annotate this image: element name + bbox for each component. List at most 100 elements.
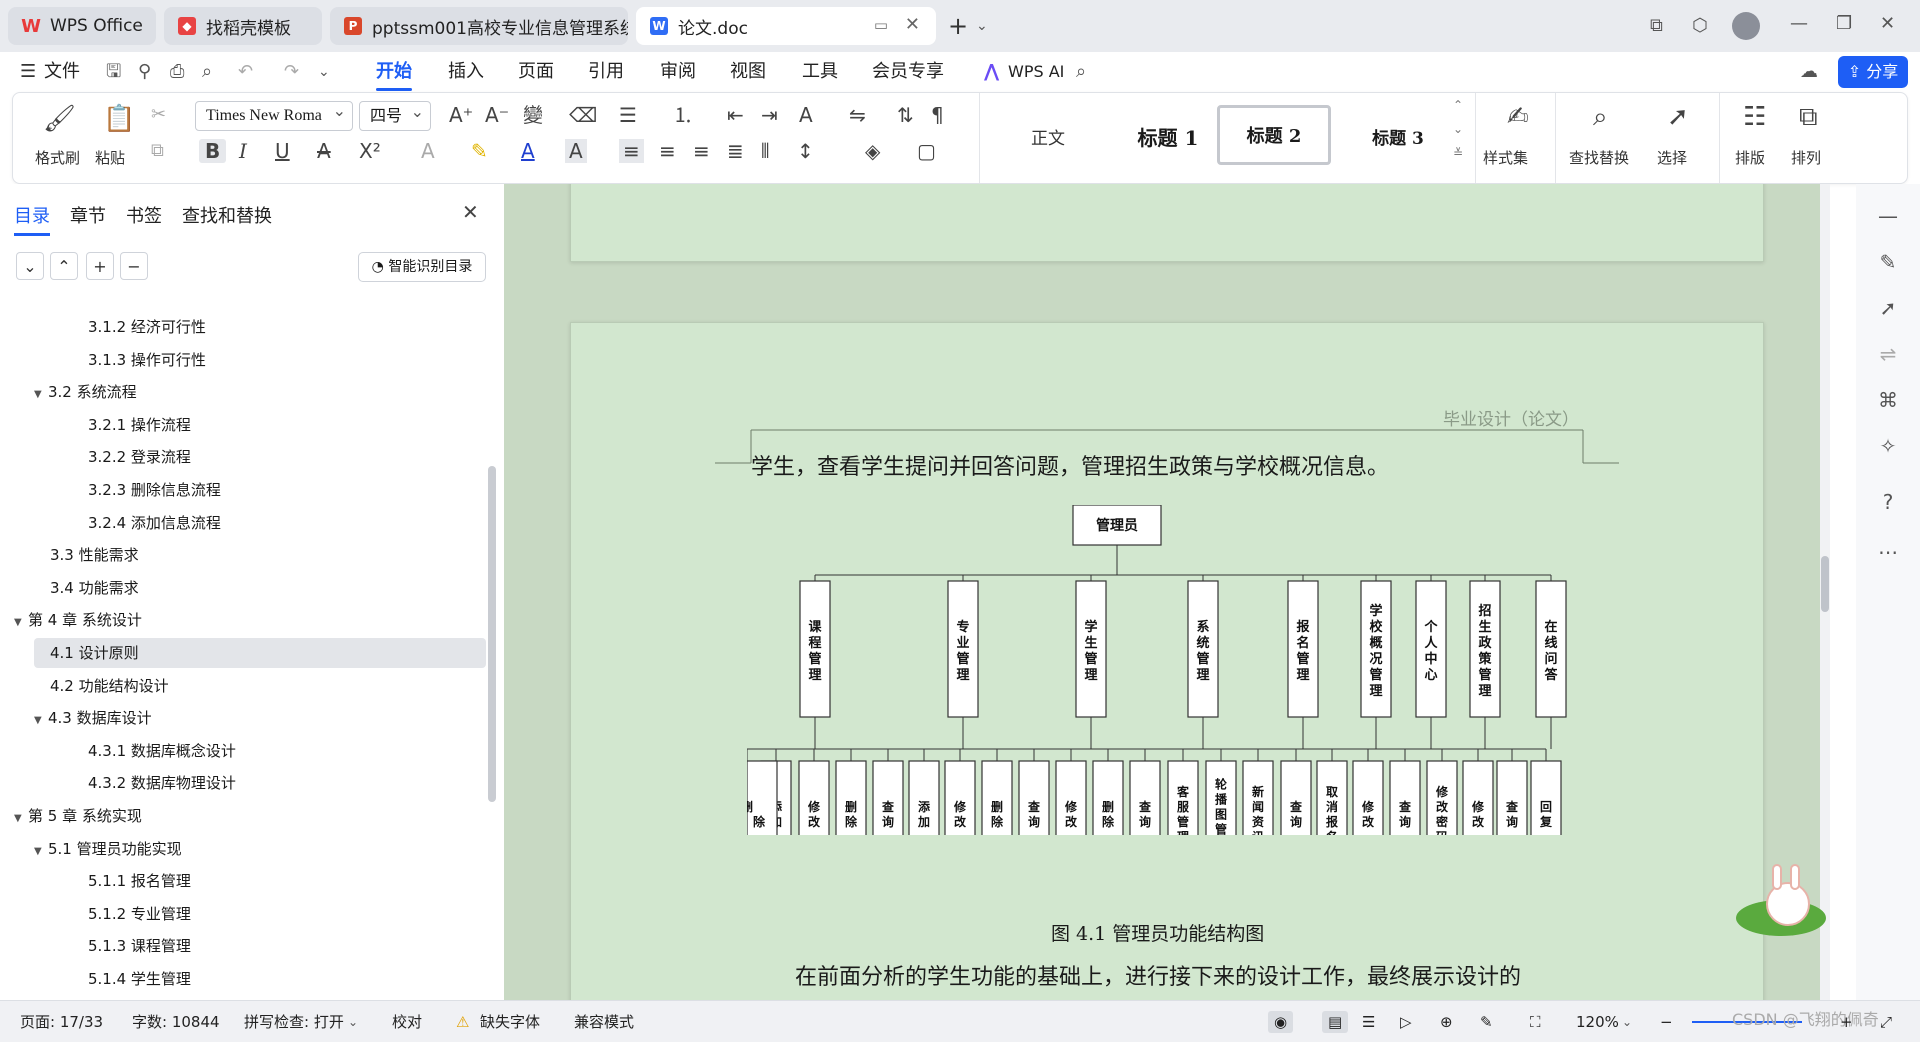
- font-name-select[interactable]: Times New Roma: [195, 101, 353, 131]
- char-shading-icon[interactable]: A: [565, 139, 587, 163]
- hamburger-icon[interactable]: ☰: [20, 58, 36, 86]
- add-heading-button[interactable]: +: [86, 252, 114, 280]
- toc-item[interactable]: 3.2.1 操作流程: [0, 410, 480, 440]
- shrink-font-icon[interactable]: A⁻: [485, 103, 509, 127]
- toc-item[interactable]: 4.2 功能结构设计: [0, 671, 480, 701]
- more-chevron-icon[interactable]: ⌄: [318, 58, 330, 86]
- adjust-icon[interactable]: ⇌: [1876, 342, 1900, 366]
- close-tab-icon[interactable]: ✕: [905, 14, 920, 35]
- outline-view-icon[interactable]: ☰: [1362, 1011, 1375, 1033]
- chevron-down-icon[interactable]: ⌄: [976, 12, 988, 40]
- chevron-down-icon[interactable]: ⌄: [348, 1011, 358, 1033]
- expand-arrow-icon[interactable]: ▼: [34, 380, 48, 410]
- cube-icon[interactable]: ⬡: [1692, 12, 1708, 40]
- print-icon[interactable]: ⎙: [170, 58, 184, 86]
- new-tab-icon[interactable]: +: [948, 12, 968, 40]
- tab-wps-office[interactable]: W WPS Office: [8, 7, 156, 45]
- superscript-icon[interactable]: X²: [359, 139, 381, 163]
- style-heading-2[interactable]: 标题 2: [1217, 105, 1331, 165]
- align-left-icon[interactable]: ≡: [619, 139, 644, 163]
- shading-icon[interactable]: ◈: [865, 139, 880, 163]
- toc-item[interactable]: 5.1.4 学生管理: [0, 964, 480, 994]
- panel-scrollbar[interactable]: [488, 466, 496, 802]
- toc-item[interactable]: ▼ 第 4 章 系统设计: [0, 605, 480, 635]
- tab-paper-doc[interactable]: W 论文.doc ▭ ✕: [636, 7, 936, 45]
- spell-check-toggle[interactable]: 拼写检查: 打开: [244, 1011, 344, 1033]
- clear-format-icon[interactable]: ⌫: [569, 103, 597, 127]
- align-center-icon[interactable]: ≡: [659, 139, 676, 163]
- style-heading-3[interactable]: 标题 3: [1339, 103, 1457, 169]
- toc-item[interactable]: ▼ 第 5 章 系统实现: [0, 801, 480, 831]
- save-icon[interactable]: 🖫: [106, 58, 121, 86]
- copy-icon[interactable]: ⧉: [151, 139, 164, 163]
- toc-item[interactable]: 5.1.3 课程管理: [0, 931, 480, 961]
- zoom-out-icon[interactable]: −: [1660, 1011, 1673, 1033]
- font-color-icon[interactable]: A: [521, 139, 535, 163]
- arrange-button[interactable]: 排列: [1791, 147, 1821, 168]
- close-window-icon[interactable]: ✕: [1880, 10, 1895, 38]
- line-spacing-icon[interactable]: ↕: [797, 139, 814, 163]
- avatar[interactable]: [1732, 12, 1760, 40]
- page-indicator[interactable]: 页面: 17/33: [20, 1011, 103, 1033]
- expand-arrow-icon[interactable]: ▼: [34, 706, 48, 736]
- fullscreen-icon[interactable]: ⤢: [1880, 1011, 1892, 1033]
- convert-icon[interactable]: ⇋: [849, 103, 866, 127]
- format-painter-button[interactable]: 格式刷: [35, 147, 80, 168]
- share-button[interactable]: ⇪ 分享: [1838, 56, 1908, 88]
- edit-pen-icon[interactable]: ✎: [1876, 250, 1900, 274]
- cut-icon[interactable]: ✂: [151, 103, 166, 127]
- increase-indent-icon[interactable]: ⇥: [761, 103, 778, 127]
- search-icon[interactable]: ⌕: [1076, 58, 1086, 86]
- menu-wps-ai[interactable]: WPS AI: [1008, 58, 1064, 86]
- web-view-icon[interactable]: ⊕: [1440, 1011, 1453, 1033]
- text-direction-icon[interactable]: A: [799, 103, 813, 127]
- collapse-up-button[interactable]: ⌃: [50, 252, 78, 280]
- justify-icon[interactable]: ≣: [727, 139, 744, 163]
- style-set-button[interactable]: 样式集: [1483, 147, 1528, 168]
- share-file-icon[interactable]: ⚲: [138, 58, 151, 86]
- menu-reference[interactable]: 引用: [588, 58, 624, 86]
- toc-item[interactable]: 3.2.2 登录流程: [0, 442, 480, 472]
- missing-font-button[interactable]: 缺失字体: [480, 1011, 540, 1033]
- menu-tools[interactable]: 工具: [802, 58, 838, 86]
- undo-icon[interactable]: ↶: [238, 58, 253, 86]
- expand-down-button[interactable]: ⌄: [16, 252, 44, 280]
- bold-icon[interactable]: B: [199, 139, 227, 163]
- font-size-select[interactable]: 四号: [359, 101, 431, 131]
- translate-icon[interactable]: ⌘: [1876, 388, 1900, 412]
- decrease-indent-icon[interactable]: ⇤: [727, 103, 744, 127]
- toc-item[interactable]: 5.1.1 报名管理: [0, 866, 480, 896]
- tab-toc[interactable]: 目录: [14, 202, 50, 236]
- toc-item[interactable]: 3.1.3 操作可行性: [0, 345, 480, 375]
- toc-item[interactable]: 4.3.1 数据库概念设计: [0, 736, 480, 766]
- remove-heading-button[interactable]: −: [120, 252, 148, 280]
- tab-find-replace[interactable]: 查找和替换: [182, 202, 272, 228]
- page-view-icon[interactable]: ▤: [1322, 1011, 1349, 1033]
- expand-arrow-icon[interactable]: ▼: [34, 837, 48, 867]
- strikethrough-icon[interactable]: A: [317, 139, 331, 163]
- numbered-list-icon[interactable]: ⒈: [673, 103, 693, 127]
- word-count[interactable]: 字数: 10844: [132, 1011, 220, 1033]
- toc-item[interactable]: 3.2.4 添加信息流程: [0, 508, 480, 538]
- print-preview-icon[interactable]: ⌕: [202, 58, 212, 86]
- close-panel-icon[interactable]: ✕: [462, 200, 479, 224]
- fit-page-icon[interactable]: ⛶: [1530, 1011, 1541, 1033]
- style-normal[interactable]: 正文: [989, 103, 1107, 169]
- play-icon[interactable]: ▷: [1400, 1011, 1412, 1033]
- menu-file[interactable]: 文件: [44, 58, 80, 86]
- toc-item[interactable]: ▼ 4.3 数据库设计: [0, 703, 480, 733]
- menu-review[interactable]: 审阅: [660, 58, 696, 86]
- find-replace-button[interactable]: 查找替换: [1569, 147, 1629, 168]
- toc-item[interactable]: 3.1.2 经济可行性: [0, 312, 480, 342]
- write-mode-icon[interactable]: ✎: [1480, 1011, 1493, 1033]
- italic-icon[interactable]: I: [239, 139, 247, 163]
- menu-home[interactable]: 开始: [376, 58, 412, 91]
- redo-icon[interactable]: ↷: [284, 58, 299, 86]
- distribute-icon[interactable]: ⫴: [761, 139, 769, 163]
- phonetic-icon[interactable]: 變: [523, 103, 543, 127]
- styles-down-icon[interactable]: ⌄: [1453, 123, 1463, 135]
- menu-insert[interactable]: 插入: [448, 58, 484, 86]
- more-icon[interactable]: ⋯: [1876, 540, 1900, 564]
- paste-button[interactable]: 粘贴: [95, 147, 125, 168]
- align-right-icon[interactable]: ≡: [693, 139, 710, 163]
